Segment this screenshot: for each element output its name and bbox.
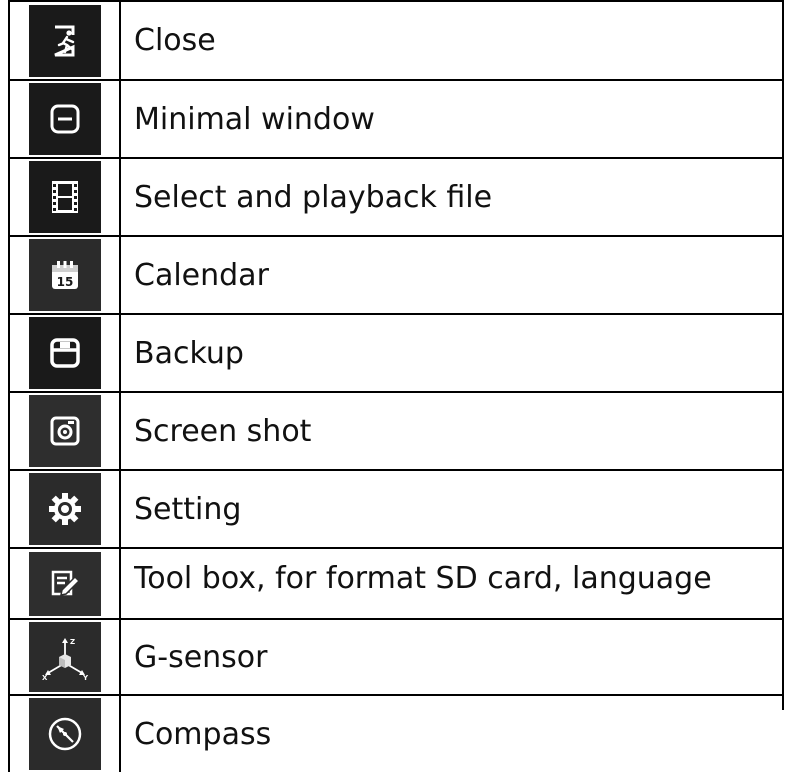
icon-cell bbox=[10, 315, 119, 391]
icon-cell: Z X Y bbox=[10, 620, 119, 694]
icon-cell bbox=[10, 471, 119, 547]
icon-cell bbox=[10, 2, 119, 79]
save-icon bbox=[28, 317, 101, 389]
calendar-icon: 15 bbox=[28, 239, 101, 311]
legend-label: Backup bbox=[134, 335, 244, 371]
x-axis-label: X bbox=[42, 674, 48, 681]
legend-label: Calendar bbox=[134, 257, 269, 293]
legend-label: Close bbox=[134, 23, 216, 58]
legend-row-playback: Select and playback file bbox=[8, 159, 784, 235]
g-sensor-icon: Z X Y bbox=[28, 622, 101, 692]
legend-label: G-sensor bbox=[134, 639, 268, 675]
screenshot-icon bbox=[28, 395, 101, 467]
legend-label: Tool box, for format SD card, language bbox=[134, 561, 712, 596]
legend-label: Minimal window bbox=[134, 101, 375, 137]
legend-row-calendar: 15 Calendar bbox=[8, 237, 784, 313]
edit-icon bbox=[28, 551, 101, 616]
icon-cell bbox=[10, 393, 119, 469]
icon-cell: 15 bbox=[10, 237, 119, 313]
gear-icon bbox=[28, 473, 101, 545]
legend-row-g-sensor: Z X Y G-sensor bbox=[8, 620, 784, 694]
legend-row-close: Close bbox=[8, 2, 784, 79]
legend-label: Select and playback file bbox=[134, 179, 493, 215]
film-icon bbox=[28, 161, 101, 233]
icon-cell bbox=[10, 696, 119, 772]
minimize-icon bbox=[28, 83, 101, 155]
legend-row-minimal-window: Minimal window bbox=[8, 81, 784, 157]
icon-legend-table: Close Minimal window Select and playback… bbox=[8, 0, 784, 772]
legend-row-backup: Backup bbox=[8, 315, 784, 391]
exit-door-icon bbox=[28, 4, 101, 77]
legend-row-compass: Compass bbox=[8, 696, 784, 772]
icon-cell bbox=[10, 549, 119, 618]
legend-label: Compass bbox=[134, 716, 272, 752]
icon-cell bbox=[10, 81, 119, 157]
legend-row-tool-box: Tool box, for format SD card, language bbox=[8, 549, 784, 618]
calendar-icon-day: 15 bbox=[56, 275, 73, 289]
legend-row-screen-shot: Screen shot bbox=[8, 393, 784, 469]
legend-label: Screen shot bbox=[134, 413, 312, 449]
legend-row-setting: Setting bbox=[8, 471, 784, 547]
legend-label: Setting bbox=[134, 491, 242, 527]
z-axis-label: Z bbox=[70, 638, 75, 646]
icon-cell bbox=[10, 159, 119, 235]
y-axis-label: Y bbox=[82, 674, 89, 681]
compass-icon bbox=[28, 698, 101, 770]
